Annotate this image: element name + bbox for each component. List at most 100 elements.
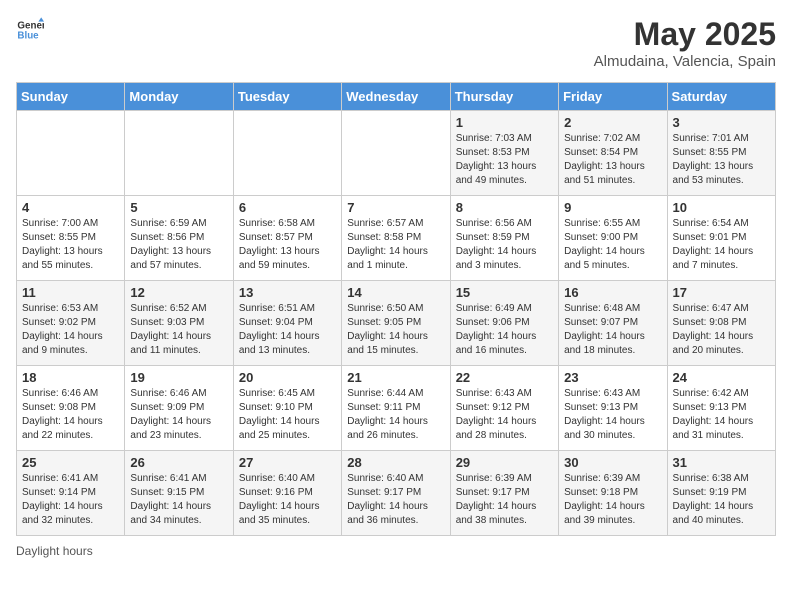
day-info: Sunrise: 6:58 AMSunset: 8:57 PMDaylight:… xyxy=(239,217,336,273)
day-info: Sunrise: 6:45 AMSunset: 9:10 PMDaylight:… xyxy=(239,387,336,443)
calendar-day-header: Saturday xyxy=(667,83,775,111)
page-header: General Blue May 2025 Almudaina, Valenci… xyxy=(16,16,776,70)
calendar-cell: 16Sunrise: 6:48 AMSunset: 9:07 PMDayligh… xyxy=(559,281,667,366)
day-info: Sunrise: 6:44 AMSunset: 9:11 PMDaylight:… xyxy=(347,387,444,443)
day-info: Sunrise: 6:56 AMSunset: 8:59 PMDaylight:… xyxy=(456,217,553,273)
calendar-cell: 12 Sunrise: 6:52 AMSunset: 9:03 PMDayligh… xyxy=(125,281,233,366)
calendar-cell: 31 Sunrise: 6:38 AMSunset: 9:19 PMDayligh… xyxy=(667,451,775,536)
calendar-cell: 29Sunrise: 6:39 AMSunset: 9:17 PMDayligh… xyxy=(450,451,558,536)
calendar-cell: 22 Sunrise: 6:43 AMSunset: 9:12 PMDayligh… xyxy=(450,366,558,451)
footer-text: Daylight hours xyxy=(16,544,93,558)
logo: General Blue xyxy=(16,16,44,44)
day-number: 14 xyxy=(347,285,444,300)
calendar-day-header: Monday xyxy=(125,83,233,111)
day-info: Sunrise: 6:52 AMSunset: 9:03 PMDaylight:… xyxy=(130,302,227,358)
day-number: 12 xyxy=(130,285,227,300)
day-number: 15 xyxy=(456,285,553,300)
day-number: 13 xyxy=(239,285,336,300)
calendar-cell: 28Sunrise: 6:40 AMSunset: 9:17 PMDayligh… xyxy=(342,451,450,536)
day-number: 19 xyxy=(130,370,227,385)
day-info: Sunrise: 7:02 AMSunset: 8:54 PMDaylight:… xyxy=(564,132,661,188)
location-title: Almudaina, Valencia, Spain xyxy=(594,53,776,70)
day-number: 7 xyxy=(347,200,444,215)
calendar-day-header: Tuesday xyxy=(233,83,341,111)
day-number: 22 xyxy=(456,370,553,385)
day-info: Sunrise: 6:54 AMSunset: 9:01 PMDaylight:… xyxy=(673,217,770,273)
day-info: Sunrise: 7:03 AMSunset: 8:53 PMDaylight:… xyxy=(456,132,553,188)
calendar-cell: 17Sunrise: 6:47 AMSunset: 9:08 PMDayligh… xyxy=(667,281,775,366)
calendar-cell: 21 Sunrise: 6:44 AMSunset: 9:11 PMDayligh… xyxy=(342,366,450,451)
day-info: Sunrise: 7:01 AMSunset: 8:55 PMDaylight:… xyxy=(673,132,770,188)
day-number: 2 xyxy=(564,115,661,130)
day-number: 9 xyxy=(564,200,661,215)
day-number: 18 xyxy=(22,370,119,385)
day-number: 5 xyxy=(130,200,227,215)
calendar-day-header: Thursday xyxy=(450,83,558,111)
day-info: Sunrise: 6:51 AMSunset: 9:04 PMDaylight:… xyxy=(239,302,336,358)
day-number: 26 xyxy=(130,455,227,470)
calendar-table: SundayMondayTuesdayWednesdayThursdayFrid… xyxy=(16,82,776,536)
calendar-cell: 8 Sunrise: 6:56 AMSunset: 8:59 PMDaylight… xyxy=(450,196,558,281)
day-info: Sunrise: 6:48 AMSunset: 9:07 PMDaylight:… xyxy=(564,302,661,358)
calendar-day-header: Sunday xyxy=(17,83,125,111)
day-info: Sunrise: 6:47 AMSunset: 9:08 PMDaylight:… xyxy=(673,302,770,358)
calendar-cell: 4Sunrise: 7:00 AMSunset: 8:55 PMDaylight… xyxy=(17,196,125,281)
calendar-cell: 9 Sunrise: 6:55 AMSunset: 9:00 PMDaylight… xyxy=(559,196,667,281)
calendar-cell: 6Sunrise: 6:58 AMSunset: 8:57 PMDaylight… xyxy=(233,196,341,281)
title-block: May 2025 Almudaina, Valencia, Spain xyxy=(594,16,776,70)
day-info: Sunrise: 6:49 AMSunset: 9:06 PMDaylight:… xyxy=(456,302,553,358)
day-info: Sunrise: 6:46 AMSunset: 9:09 PMDaylight:… xyxy=(130,387,227,443)
calendar-body: 1Sunrise: 7:03 AMSunset: 8:53 PMDaylight… xyxy=(17,111,776,536)
calendar-cell: 3 Sunrise: 7:01 AMSunset: 8:55 PMDaylight… xyxy=(667,111,775,196)
day-info: Sunrise: 6:46 AMSunset: 9:08 PMDaylight:… xyxy=(22,387,119,443)
day-info: Sunrise: 6:59 AMSunset: 8:56 PMDaylight:… xyxy=(130,217,227,273)
day-info: Sunrise: 6:43 AMSunset: 9:13 PMDaylight:… xyxy=(564,387,661,443)
calendar-cell: 18 Sunrise: 6:46 AMSunset: 9:08 PMDayligh… xyxy=(17,366,125,451)
day-number: 27 xyxy=(239,455,336,470)
day-info: Sunrise: 6:50 AMSunset: 9:05 PMDaylight:… xyxy=(347,302,444,358)
day-number: 25 xyxy=(22,455,119,470)
day-info: Sunrise: 6:55 AMSunset: 9:00 PMDaylight:… xyxy=(564,217,661,273)
day-number: 21 xyxy=(347,370,444,385)
day-number: 8 xyxy=(456,200,553,215)
calendar-cell: 15 Sunrise: 6:49 AMSunset: 9:06 PMDayligh… xyxy=(450,281,558,366)
footer: Daylight hours xyxy=(16,544,776,558)
calendar-week-row: 25 Sunrise: 6:41 AMSunset: 9:14 PMDayligh… xyxy=(17,451,776,536)
calendar-cell: 19 Sunrise: 6:46 AMSunset: 9:09 PMDayligh… xyxy=(125,366,233,451)
calendar-week-row: 18 Sunrise: 6:46 AMSunset: 9:08 PMDayligh… xyxy=(17,366,776,451)
calendar-day-header: Friday xyxy=(559,83,667,111)
day-info: Sunrise: 6:38 AMSunset: 9:19 PMDaylight:… xyxy=(673,472,770,528)
logo-icon: General Blue xyxy=(16,16,44,44)
day-number: 24 xyxy=(673,370,770,385)
day-info: Sunrise: 6:43 AMSunset: 9:12 PMDaylight:… xyxy=(456,387,553,443)
calendar-cell xyxy=(17,111,125,196)
day-number: 30 xyxy=(564,455,661,470)
calendar-cell: 7Sunrise: 6:57 AMSunset: 8:58 PMDaylight… xyxy=(342,196,450,281)
svg-text:Blue: Blue xyxy=(17,30,39,41)
day-info: Sunrise: 6:39 AMSunset: 9:18 PMDaylight:… xyxy=(564,472,661,528)
calendar-cell: 27Sunrise: 6:40 AMSunset: 9:16 PMDayligh… xyxy=(233,451,341,536)
calendar-cell xyxy=(342,111,450,196)
calendar-cell: 2 Sunrise: 7:02 AMSunset: 8:54 PMDaylight… xyxy=(559,111,667,196)
calendar-cell xyxy=(125,111,233,196)
day-info: Sunrise: 6:41 AMSunset: 9:14 PMDaylight:… xyxy=(22,472,119,528)
day-number: 23 xyxy=(564,370,661,385)
calendar-week-row: 1Sunrise: 7:03 AMSunset: 8:53 PMDaylight… xyxy=(17,111,776,196)
calendar-cell: 30 Sunrise: 6:39 AMSunset: 9:18 PMDayligh… xyxy=(559,451,667,536)
calendar-cell: 11Sunrise: 6:53 AMSunset: 9:02 PMDayligh… xyxy=(17,281,125,366)
day-number: 4 xyxy=(22,200,119,215)
calendar-week-row: 4Sunrise: 7:00 AMSunset: 8:55 PMDaylight… xyxy=(17,196,776,281)
day-number: 3 xyxy=(673,115,770,130)
calendar-header-row: SundayMondayTuesdayWednesdayThursdayFrid… xyxy=(17,83,776,111)
calendar-cell: 13 Sunrise: 6:51 AMSunset: 9:04 PMDayligh… xyxy=(233,281,341,366)
calendar-day-header: Wednesday xyxy=(342,83,450,111)
calendar-cell: 14 Sunrise: 6:50 AMSunset: 9:05 PMDayligh… xyxy=(342,281,450,366)
day-number: 20 xyxy=(239,370,336,385)
day-number: 31 xyxy=(673,455,770,470)
calendar-cell: 10Sunrise: 6:54 AMSunset: 9:01 PMDayligh… xyxy=(667,196,775,281)
calendar-week-row: 11Sunrise: 6:53 AMSunset: 9:02 PMDayligh… xyxy=(17,281,776,366)
calendar-cell: 5 Sunrise: 6:59 AMSunset: 8:56 PMDaylight… xyxy=(125,196,233,281)
calendar-cell: 24Sunrise: 6:42 AMSunset: 9:13 PMDayligh… xyxy=(667,366,775,451)
calendar-cell: 1Sunrise: 7:03 AMSunset: 8:53 PMDaylight… xyxy=(450,111,558,196)
calendar-cell: 26Sunrise: 6:41 AMSunset: 9:15 PMDayligh… xyxy=(125,451,233,536)
